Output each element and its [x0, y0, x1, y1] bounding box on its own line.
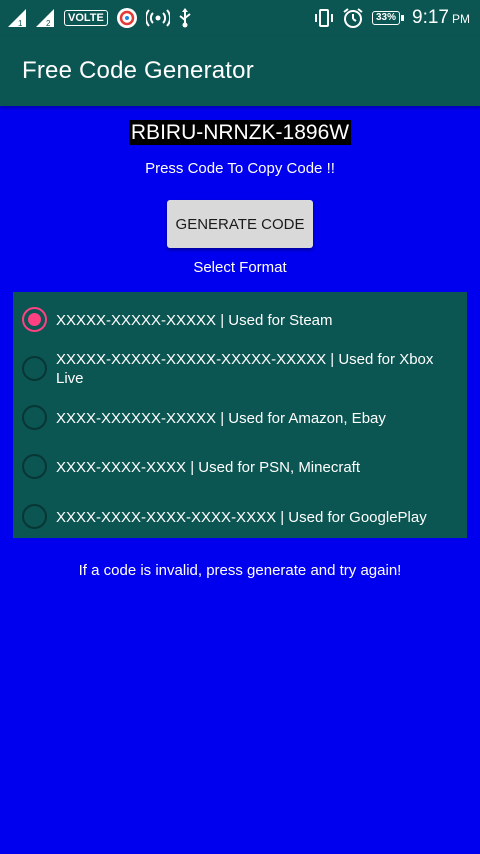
format-option-label: XXXXX-XXXXX-XXXXX | Used for Steam — [56, 312, 333, 329]
clock: 9:17 PM — [412, 7, 470, 29]
format-option-amazon[interactable]: XXXX-XXXXXX-XXXXX | Used for Amazon, Eba… — [13, 404, 467, 432]
volte-badge: VOLTE — [64, 10, 108, 26]
copy-hint: Press Code To Copy Code !! — [145, 160, 335, 177]
select-format-label: Select Format — [193, 259, 287, 276]
svg-text:1: 1 — [18, 19, 23, 27]
format-option-label: XXXXX-XXXXX-XXXXX-XXXXX-XXXXX | Used for… — [56, 351, 434, 387]
generate-code-button[interactable]: GENERATE CODE — [167, 200, 313, 248]
svg-text:2: 2 — [46, 19, 51, 27]
status-bar-left: 1 2 VOLTE — [8, 7, 192, 29]
format-option-label: XXXX-XXXX-XXXX-XXXX-XXXX | Used for Goog… — [56, 509, 427, 526]
generated-code[interactable]: RBIRU-NRNZK-1896W — [128, 120, 352, 145]
hotspot-icon — [145, 9, 170, 27]
status-bar-right: 33% 9:17 PM — [314, 7, 470, 29]
signal-icon: 1 — [8, 9, 28, 27]
app-bar: Free Code Generator — [0, 36, 480, 106]
format-option-steam[interactable]: XXXXX-XXXXX-XXXXX | Used for Steam — [13, 306, 467, 334]
vibrate-icon — [314, 8, 334, 28]
format-option-label: XXXX-XXXX-XXXX | Used for PSN, Minecraft — [56, 459, 360, 476]
usb-icon — [178, 8, 192, 28]
radio-button[interactable] — [22, 356, 47, 381]
battery-icon: 33% — [372, 11, 405, 25]
radio-button[interactable] — [22, 405, 47, 430]
alarm-icon — [342, 7, 364, 29]
radio-button[interactable] — [22, 504, 47, 529]
format-option-xbox[interactable]: XXXXX-XXXXX-XXXXX-XXXXX-XXXXX | Used for… — [13, 348, 467, 392]
radio-button[interactable] — [22, 307, 47, 332]
clock-ampm: PM — [452, 12, 470, 26]
signal-icon: 2 — [36, 9, 56, 27]
format-option-psn[interactable]: XXXX-XXXX-XXXX | Used for PSN, Minecraft — [13, 453, 467, 481]
clock-time: 9:17 — [412, 7, 449, 28]
code-display: RBIRU-NRNZK-1896W — [0, 120, 480, 145]
format-radio-group: XXXXX-XXXXX-XXXXX | Used for Steam XXXXX… — [13, 292, 467, 538]
status-bar: 1 2 VOLTE 33% 9:17 PM — [0, 0, 480, 36]
app-title: Free Code Generator — [22, 57, 254, 84]
radio-button[interactable] — [22, 454, 47, 479]
format-option-label: XXXX-XXXXXX-XXXXX | Used for Amazon, Eba… — [56, 410, 386, 427]
format-option-googleplay[interactable]: XXXX-XXXX-XXXX-XXXX-XXXX | Used for Goog… — [13, 503, 467, 531]
invalid-code-note: If a code is invalid, press generate and… — [78, 562, 402, 579]
app-notification-icon — [116, 7, 138, 29]
